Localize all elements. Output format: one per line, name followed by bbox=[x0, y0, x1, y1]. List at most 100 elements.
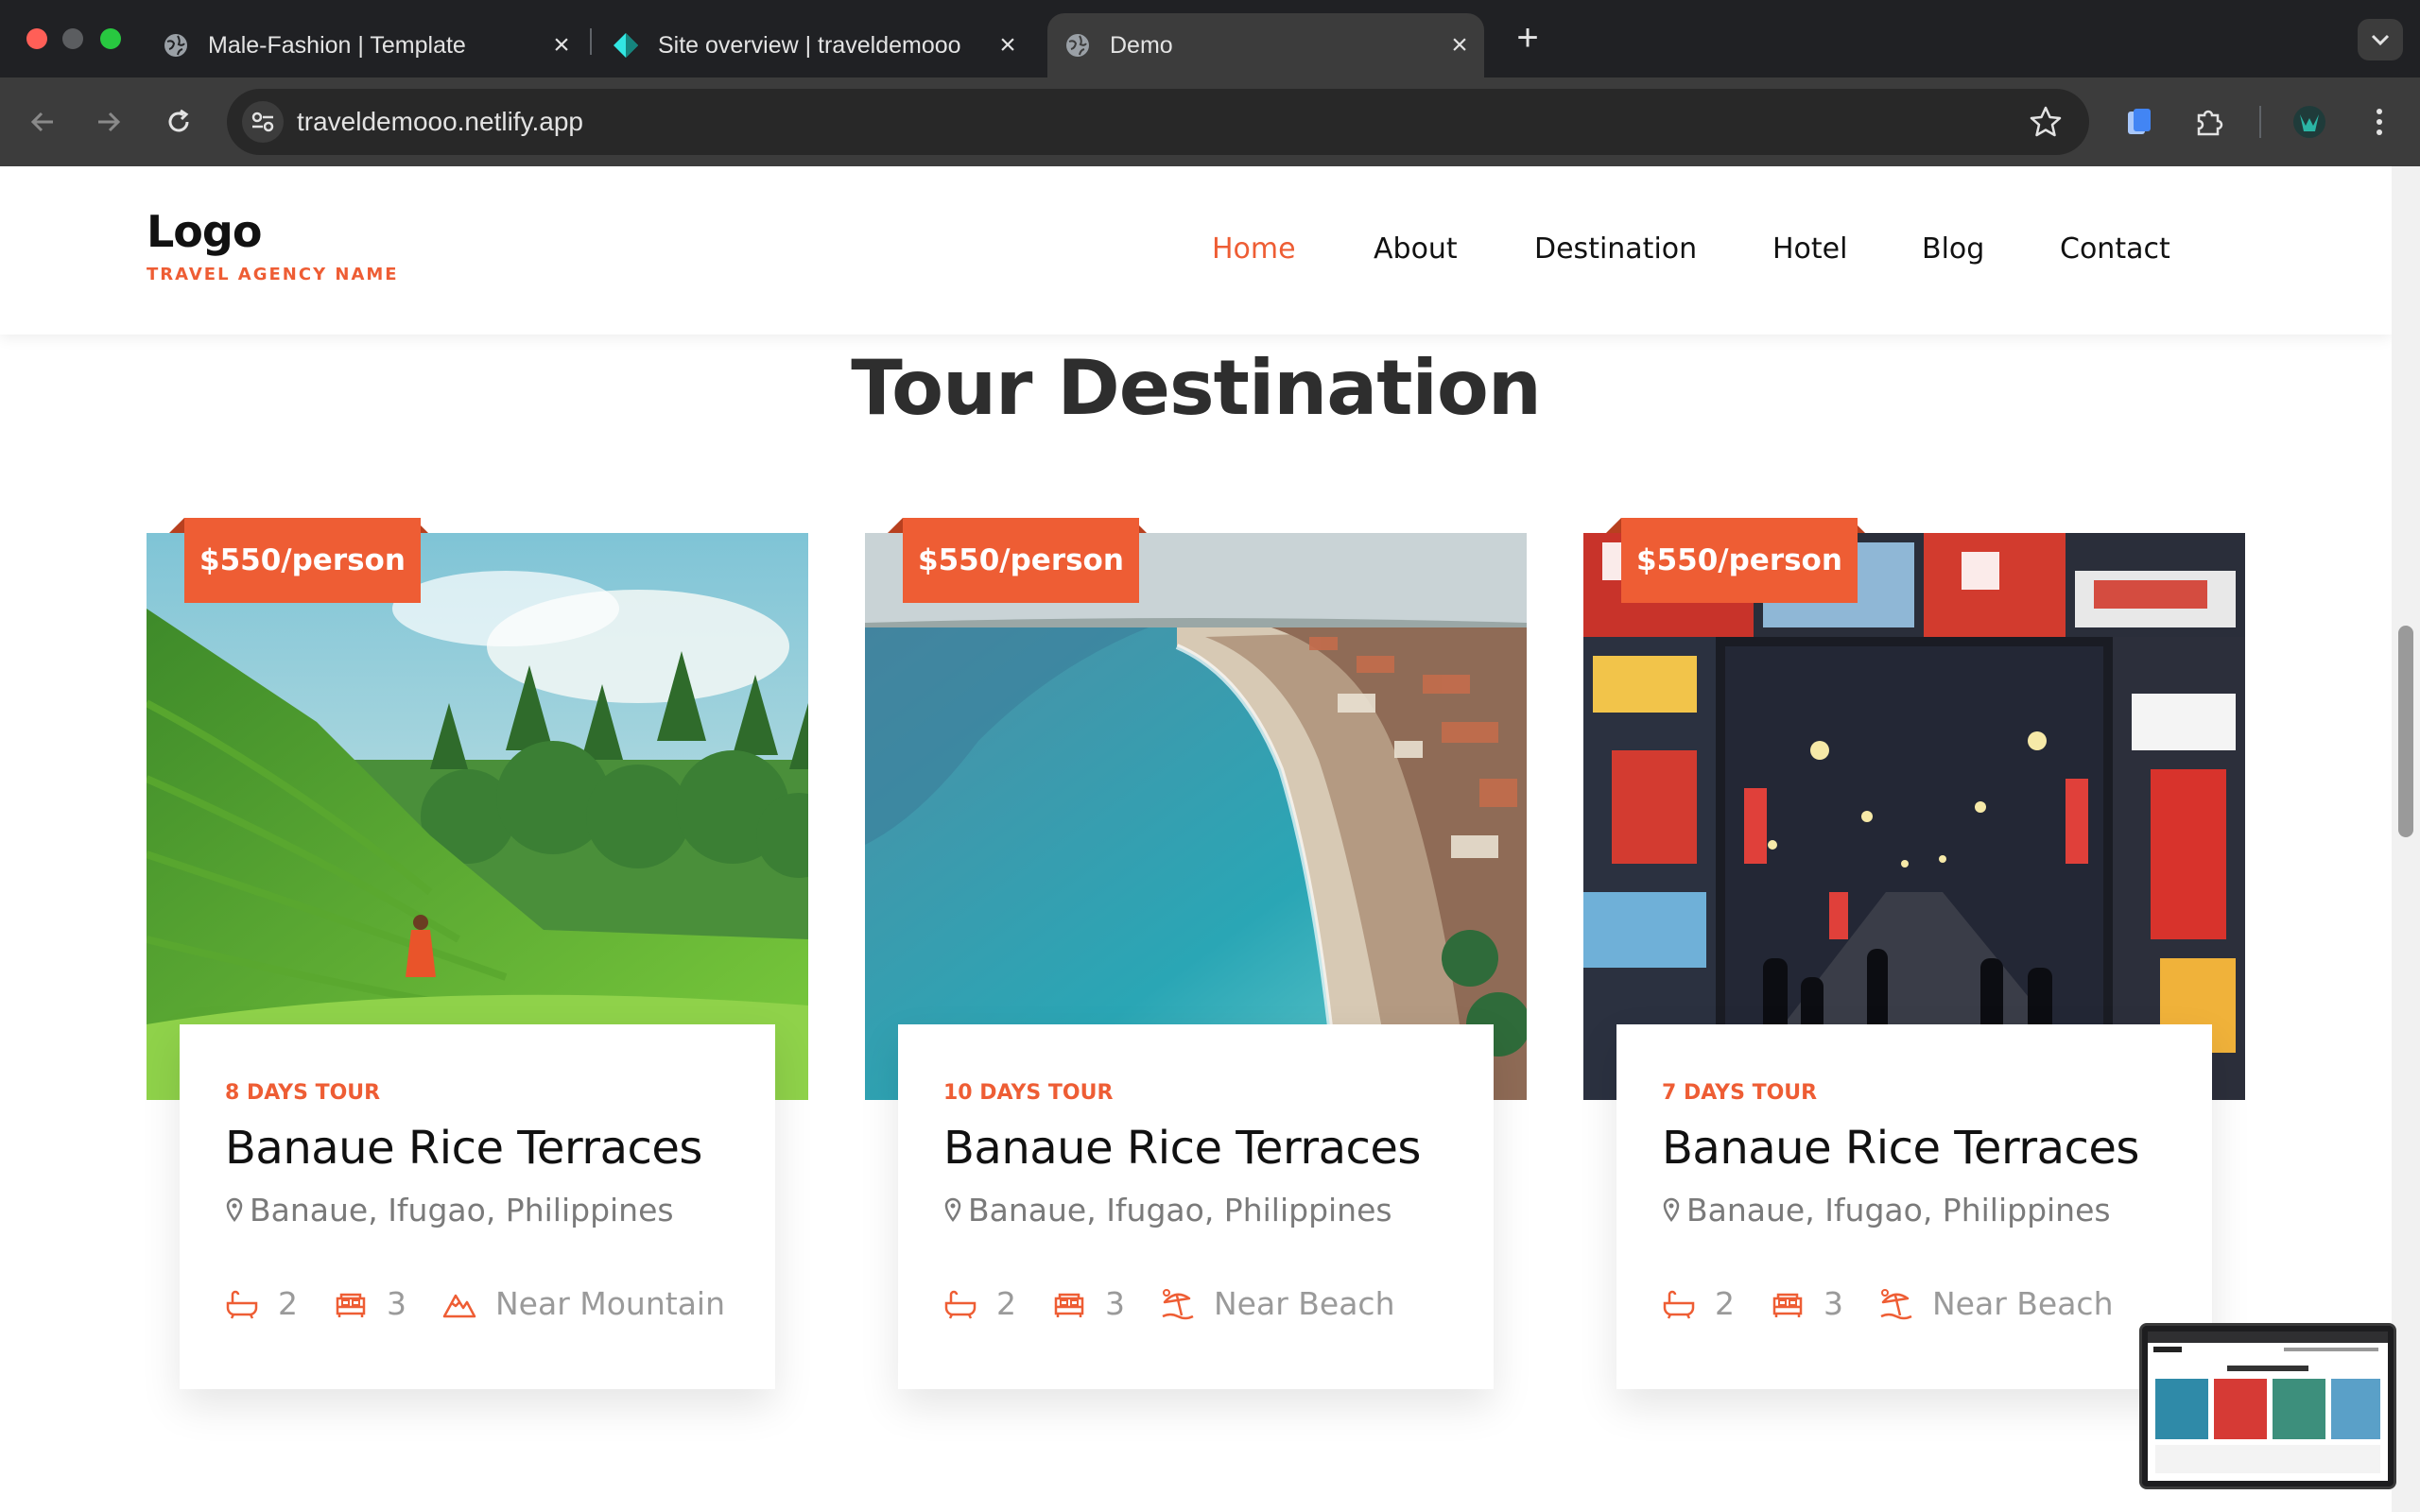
bed-count: 3 bbox=[1105, 1285, 1125, 1322]
price-tag-fold bbox=[169, 518, 184, 533]
section-title: Tour Destination bbox=[851, 344, 1542, 432]
nav-link-hotel[interactable]: Hotel bbox=[1772, 232, 1847, 270]
location-text: Banaue, Ifugao, Philippines bbox=[968, 1192, 1392, 1228]
bathtub-icon bbox=[944, 1290, 977, 1319]
bed-count: 3 bbox=[387, 1285, 406, 1322]
price-tag-fold bbox=[888, 518, 903, 533]
tour-amenities: 2 3 Near Beach bbox=[943, 1285, 1494, 1322]
reload-icon bbox=[168, 109, 189, 132]
reload-button[interactable] bbox=[155, 98, 202, 146]
site-settings-icon[interactable] bbox=[242, 101, 284, 143]
tour-card[interactable]: $550/person 8 DAYS TOUR Banaue Rice Terr… bbox=[147, 518, 808, 1389]
bookmark-star-icon[interactable] bbox=[2029, 105, 2063, 139]
browser-tab-strip: Male-Fashion | Template × Site overview … bbox=[0, 0, 2420, 77]
location-text: Banaue, Ifugao, Philippines bbox=[250, 1192, 674, 1228]
tour-title[interactable]: Banaue Rice Terraces bbox=[225, 1122, 775, 1175]
browser-tab[interactable]: Male-Fashion | Template × bbox=[151, 13, 586, 77]
price-tag: $550/person bbox=[1621, 518, 1858, 603]
back-button[interactable] bbox=[19, 98, 66, 146]
bed-icon bbox=[1054, 1293, 1084, 1317]
globe-icon bbox=[163, 32, 189, 59]
web-page: Logo TRAVEL AGENCY NAME Home About Desti… bbox=[0, 166, 2392, 1512]
bathtub-count: 2 bbox=[996, 1285, 1016, 1322]
tour-info-box: 10 DAYS TOUR Banaue Rice Terraces Banaue… bbox=[898, 1024, 1494, 1389]
map-pin-icon bbox=[226, 1197, 243, 1222]
tour-location: Banaue, Ifugao, Philippines bbox=[225, 1192, 775, 1228]
tour-location: Banaue, Ifugao, Philippines bbox=[1662, 1192, 2212, 1228]
tour-card[interactable]: $550/person 7 DAYS TOUR Banaue Rice Terr… bbox=[1583, 518, 2245, 1389]
browser-tab[interactable]: Site overview | traveldemooo × bbox=[601, 13, 1032, 77]
map-pin-icon bbox=[944, 1197, 961, 1222]
screenshot-preview-thumbnail[interactable] bbox=[2139, 1323, 2396, 1489]
tab-title: Male-Fashion | Template bbox=[208, 31, 466, 59]
extension-docs-icon[interactable] bbox=[2118, 100, 2161, 144]
tour-info-box: 8 DAYS TOUR Banaue Rice Terraces Banaue,… bbox=[180, 1024, 775, 1389]
bathtub-icon bbox=[226, 1290, 258, 1319]
bed-icon bbox=[1772, 1293, 1803, 1317]
globe-icon bbox=[1064, 32, 1091, 59]
nav-link-contact[interactable]: Contact bbox=[2060, 232, 2170, 270]
logo-subtitle: TRAVEL AGENCY NAME bbox=[147, 265, 399, 284]
window-close-button[interactable] bbox=[26, 28, 47, 49]
logo-title: Logo bbox=[147, 206, 262, 257]
toolbar-divider bbox=[2259, 106, 2261, 138]
map-pin-icon bbox=[1663, 1197, 1680, 1222]
arrow-right-icon bbox=[98, 112, 121, 132]
tour-amenities: 2 3 Near Beach bbox=[1662, 1285, 2212, 1322]
tab-title: Site overview | traveldemooo bbox=[658, 31, 961, 59]
tab-search-button[interactable] bbox=[2358, 19, 2403, 60]
tour-info-box: 7 DAYS TOUR Banaue Rice Terraces Banaue,… bbox=[1616, 1024, 2212, 1389]
price-tag: $550/person bbox=[903, 518, 1139, 603]
url-text: traveldemooo.netlify.app bbox=[297, 107, 583, 136]
browser-tab-active[interactable]: Demo × bbox=[1047, 13, 1484, 77]
site-header: Logo TRAVEL AGENCY NAME Home About Desti… bbox=[0, 166, 2392, 335]
tour-location: Banaue, Ifugao, Philippines bbox=[943, 1192, 1494, 1228]
bathtub-count: 2 bbox=[1715, 1285, 1735, 1322]
tour-duration: 7 DAYS TOUR bbox=[1662, 1081, 1818, 1105]
tour-feature: Near Beach bbox=[1932, 1285, 2114, 1322]
browser-toolbar: traveldemooo.netlify.app bbox=[0, 77, 2420, 166]
site-logo[interactable]: Logo TRAVEL AGENCY NAME bbox=[147, 210, 399, 284]
close-tab-icon[interactable]: × bbox=[546, 30, 577, 60]
price-tag: $550/person bbox=[184, 518, 421, 603]
location-text: Banaue, Ifugao, Philippines bbox=[1686, 1192, 2111, 1228]
tour-card[interactable]: $550/person 10 DAYS TOUR Banaue Rice Ter… bbox=[865, 518, 1527, 1389]
beach-umbrella-icon bbox=[1162, 1288, 1194, 1319]
nav-link-about[interactable]: About bbox=[1374, 232, 1458, 270]
scrollbar-thumb[interactable] bbox=[2398, 626, 2413, 837]
page-scrollbar[interactable] bbox=[2392, 166, 2420, 1512]
arrow-left-icon bbox=[30, 112, 53, 132]
nav-link-destination[interactable]: Destination bbox=[1534, 232, 1697, 270]
window-maximize-button[interactable] bbox=[100, 28, 121, 49]
mountain-icon bbox=[442, 1294, 476, 1317]
tour-title[interactable]: Banaue Rice Terraces bbox=[943, 1122, 1494, 1175]
window-minimize-button[interactable] bbox=[62, 28, 83, 49]
netlify-icon bbox=[613, 32, 639, 59]
close-tab-icon[interactable]: × bbox=[993, 30, 1023, 60]
chevron-down-icon bbox=[2371, 34, 2390, 46]
browser-menu-icon[interactable] bbox=[2358, 100, 2401, 144]
bed-count: 3 bbox=[1824, 1285, 1843, 1322]
city-street-night-photo bbox=[1583, 533, 2245, 1100]
tour-amenities: 2 3 Near Mountain bbox=[225, 1285, 775, 1322]
profile-avatar[interactable] bbox=[2288, 100, 2331, 144]
tab-title: Demo bbox=[1110, 31, 1173, 59]
tour-title[interactable]: Banaue Rice Terraces bbox=[1662, 1122, 2212, 1175]
tour-duration: 8 DAYS TOUR bbox=[225, 1081, 381, 1105]
nav-link-home[interactable]: Home bbox=[1212, 232, 1296, 270]
new-tab-button[interactable]: + bbox=[1507, 17, 1548, 59]
tour-feature: Near Mountain bbox=[495, 1285, 726, 1322]
address-bar[interactable]: traveldemooo.netlify.app bbox=[227, 89, 2089, 155]
coastal-beach-photo bbox=[865, 533, 1527, 1100]
bathtub-count: 2 bbox=[278, 1285, 298, 1322]
tour-duration: 10 DAYS TOUR bbox=[943, 1081, 1114, 1105]
forward-button[interactable] bbox=[85, 98, 132, 146]
price-tag-fold bbox=[1606, 518, 1621, 533]
tab-divider bbox=[590, 28, 592, 55]
close-tab-icon[interactable]: × bbox=[1444, 30, 1475, 60]
nav-link-blog[interactable]: Blog bbox=[1922, 232, 1984, 270]
extensions-puzzle-icon[interactable] bbox=[2187, 100, 2231, 144]
bathtub-icon bbox=[1663, 1290, 1695, 1319]
rice-terraces-photo bbox=[147, 533, 808, 1100]
bed-icon bbox=[336, 1293, 366, 1317]
